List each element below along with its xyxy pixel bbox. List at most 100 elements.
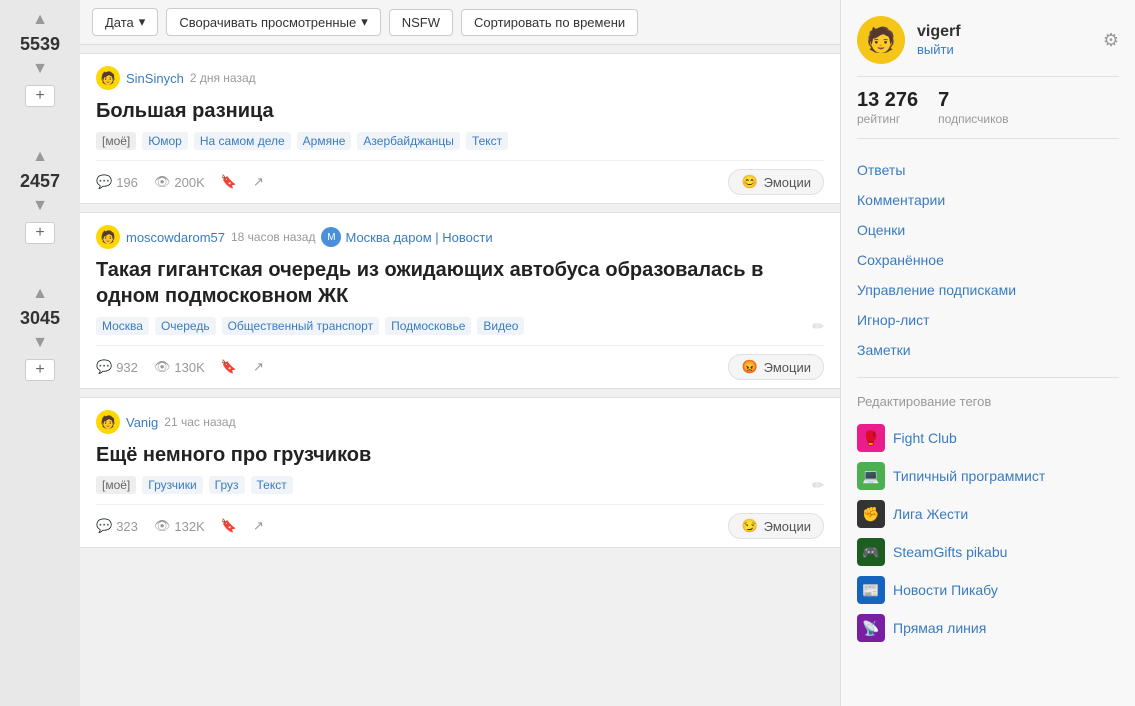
- community-icon-2: М: [321, 227, 341, 247]
- user-block: 🧑 vigerf выйти ⚙: [857, 16, 1119, 77]
- steamgifts-name: SteamGifts pikabu: [893, 544, 1007, 560]
- logout-link[interactable]: выйти: [917, 42, 954, 57]
- views-stat-3[interactable]: 👁 132K: [154, 518, 205, 534]
- tag-gruz[interactable]: Груз: [209, 476, 245, 494]
- post-meta-2: 🧑 moscowdarom57 18 часов назад М Москва …: [96, 225, 824, 249]
- subscribers-stat: 7 подписчиков: [938, 89, 1008, 126]
- views-stat-2[interactable]: 👁 130K: [154, 359, 205, 375]
- date-filter-button[interactable]: Дата ▾: [92, 8, 158, 36]
- upvote-2[interactable]: ▲: [28, 147, 52, 167]
- tag-my-1[interactable]: [моё]: [96, 132, 136, 150]
- save-btn-1[interactable]: 🔖: [221, 174, 237, 190]
- edit-icon-3[interactable]: ✏: [812, 477, 824, 494]
- user-menu: Ответы Комментарии Оценки Сохранённое Уп…: [857, 155, 1119, 378]
- views-count-2: 130K: [174, 360, 204, 375]
- downvote-2[interactable]: ▼: [28, 196, 52, 216]
- community-item-zhest[interactable]: ✊ Лига Жести: [857, 495, 1119, 533]
- emoji-button-1[interactable]: 😊 Эмоции: [728, 169, 824, 195]
- author-name-1[interactable]: SinSinych: [126, 71, 184, 86]
- settings-gear-icon[interactable]: ⚙: [1103, 30, 1119, 51]
- community-badge-2[interactable]: М Москва даром | Новости: [321, 227, 492, 247]
- menu-replies[interactable]: Ответы: [857, 155, 1119, 185]
- post-tags-2: Москва Очередь Общественный транспорт По…: [96, 317, 824, 335]
- share-btn-2[interactable]: ↗: [253, 359, 264, 375]
- author-name-3[interactable]: Vanig: [126, 415, 158, 430]
- date-label: Дата: [105, 15, 134, 30]
- upvote-3[interactable]: ▲: [28, 284, 52, 304]
- save-btn-3[interactable]: 🔖: [221, 518, 237, 534]
- vote-block-1: ▲ 5539 ▼ +: [20, 10, 60, 107]
- plus-btn-3[interactable]: +: [25, 359, 55, 381]
- tag-tekst-3[interactable]: Текст: [251, 476, 293, 494]
- comments-stat-1[interactable]: 💬 196: [96, 174, 138, 190]
- tag-nasamomde[interactable]: На самом деле: [194, 132, 291, 150]
- zhest-name: Лига Жести: [893, 506, 968, 522]
- username: vigerf: [917, 23, 1091, 41]
- menu-notes[interactable]: Заметки: [857, 335, 1119, 365]
- tag-tekst-1[interactable]: Текст: [466, 132, 508, 150]
- community-item-fightclub[interactable]: 🥊 Fight Club: [857, 419, 1119, 457]
- communities-section-title: Редактирование тегов: [857, 394, 1119, 409]
- vote-block-3: ▲ 3045 ▼ +: [20, 284, 60, 381]
- tag-ochered[interactable]: Очередь: [155, 317, 216, 335]
- community-item-news[interactable]: 📰 Новости Пикабу: [857, 571, 1119, 609]
- tag-podmoskovie[interactable]: Подмосковье: [385, 317, 471, 335]
- downvote-1[interactable]: ▼: [28, 59, 52, 79]
- upvote-1[interactable]: ▲: [28, 10, 52, 30]
- emoji-face-3: 😏: [741, 518, 757, 534]
- author-avatar-1: 🧑: [96, 66, 120, 90]
- comments-stat-2[interactable]: 💬 932: [96, 359, 138, 375]
- emoji-label-3: Эмоции: [764, 519, 811, 534]
- author-name-2[interactable]: moscowdarom57: [126, 230, 225, 245]
- rating-label: рейтинг: [857, 112, 918, 126]
- community-item-programmer[interactable]: 💻 Типичный программист: [857, 457, 1119, 495]
- community-list: 🥊 Fight Club 💻 Типичный программист ✊ Ли…: [857, 419, 1119, 647]
- post-title-2[interactable]: Такая гигантская очередь из ожидающих ав…: [96, 257, 824, 309]
- menu-comments[interactable]: Комментарии: [857, 185, 1119, 215]
- prline-name: Прямая линия: [893, 620, 986, 636]
- nsfw-label: NSFW: [402, 15, 440, 30]
- post-title-3[interactable]: Ещё немного про грузчиков: [96, 442, 824, 468]
- programmer-name: Типичный программист: [893, 468, 1045, 484]
- tag-transport[interactable]: Общественный транспорт: [222, 317, 380, 335]
- post-title-1[interactable]: Большая разница: [96, 98, 824, 124]
- menu-saved[interactable]: Сохранённое: [857, 245, 1119, 275]
- views-stat-1[interactable]: 👁 200K: [154, 174, 205, 190]
- menu-ignorelist[interactable]: Игнор-лист: [857, 305, 1119, 335]
- post-time-1: 2 дня назад: [190, 71, 256, 85]
- news-icon: 📰: [857, 576, 885, 604]
- share-btn-1[interactable]: ↗: [253, 174, 264, 190]
- bookmark-icon-1: 🔖: [221, 174, 237, 190]
- save-btn-2[interactable]: 🔖: [221, 359, 237, 375]
- sort-time-button[interactable]: Сортировать по времени: [461, 9, 638, 36]
- vote-count-1: 5539: [20, 34, 60, 55]
- menu-ratings[interactable]: Оценки: [857, 215, 1119, 245]
- tag-video[interactable]: Видео: [477, 317, 524, 335]
- emoji-button-3[interactable]: 😏 Эмоции: [728, 513, 824, 539]
- plus-btn-2[interactable]: +: [25, 222, 55, 244]
- collapse-viewed-button[interactable]: Сворачивать просмотренные ▾: [166, 8, 380, 36]
- menu-subscriptions[interactable]: Управление подписками: [857, 275, 1119, 305]
- emoji-button-2[interactable]: 😡 Эмоции: [728, 354, 824, 380]
- tag-moscow[interactable]: Москва: [96, 317, 149, 335]
- tag-armyane[interactable]: Армяне: [297, 132, 352, 150]
- share-btn-3[interactable]: ↗: [253, 518, 264, 534]
- tag-gruzchiki[interactable]: Грузчики: [142, 476, 202, 494]
- posts-container: 🧑 SinSinych 2 дня назад Большая разница …: [80, 45, 840, 706]
- community-item-steamgifts[interactable]: 🎮 SteamGifts pikabu: [857, 533, 1119, 571]
- tag-my-3[interactable]: [моё]: [96, 476, 136, 494]
- community-item-prline[interactable]: 📡 Прямая линия: [857, 609, 1119, 647]
- share-icon-3: ↗: [253, 518, 264, 534]
- edit-icon-2[interactable]: ✏: [812, 318, 824, 335]
- post-footer-2: 💬 932 👁 130K 🔖 ↗ 😡 Эмоци: [96, 345, 824, 388]
- tag-humor[interactable]: Юмор: [142, 132, 188, 150]
- plus-btn-1[interactable]: +: [25, 85, 55, 107]
- downvote-3[interactable]: ▼: [28, 333, 52, 353]
- programmer-icon: 💻: [857, 462, 885, 490]
- tag-azerbaidzhantsy[interactable]: Азербайджанцы: [357, 132, 460, 150]
- steamgifts-icon: 🎮: [857, 538, 885, 566]
- post-footer-3: 💬 323 👁 132K 🔖 ↗ 😏 Эмоци: [96, 504, 824, 547]
- emoji-face-1: 😊: [741, 174, 757, 190]
- nsfw-button[interactable]: NSFW: [389, 9, 453, 36]
- comments-stat-3[interactable]: 💬 323: [96, 518, 138, 534]
